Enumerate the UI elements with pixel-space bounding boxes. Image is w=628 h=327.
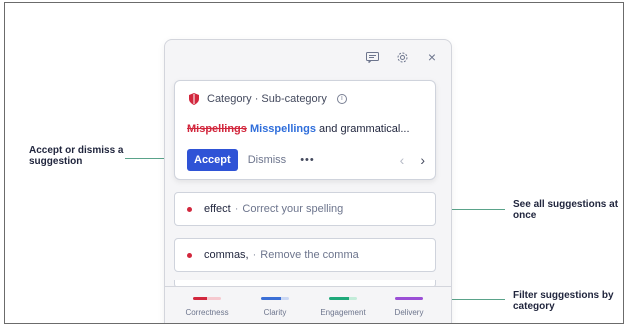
suggestion-description: Correct your spelling [242, 203, 344, 215]
category-filter-bar: Correctness Clarity Engagement Delivery [165, 286, 451, 323]
panel-toolbar: × [363, 48, 441, 66]
category-label: Engagement [320, 308, 366, 317]
screen-frame: Accept or dismiss a suggestion See all s… [4, 2, 624, 324]
gear-icon[interactable] [393, 48, 411, 66]
category-label: Clarity [263, 308, 287, 317]
corrected-word[interactable]: Misspellings [250, 123, 316, 135]
suggestion-word: commas, [204, 249, 249, 261]
category-row: Category · Sub-category i [189, 93, 347, 105]
separator: · [252, 249, 257, 261]
info-icon[interactable]: i [336, 94, 347, 104]
suggestion-description: Remove the comma [260, 249, 359, 261]
category-bar [261, 297, 289, 300]
accept-button[interactable]: Accept [187, 149, 238, 171]
category-filter-delivery[interactable]: Delivery [379, 297, 439, 317]
suggestion-panel: × Category · Sub-category i Mispellings … [164, 39, 452, 323]
separator: · [234, 203, 239, 215]
category-bar [395, 297, 423, 300]
category-bar [193, 297, 221, 300]
active-suggestion-card: Category · Sub-category i Mispellings Mi… [174, 80, 436, 180]
callout-accept-label: Accept or dismiss a suggestion [29, 145, 124, 167]
category-label: Category · Sub-category [207, 93, 327, 105]
shield-icon [189, 93, 199, 105]
suggestion-actions: Accept Dismiss ••• ‹ › [187, 149, 425, 171]
dismiss-button[interactable]: Dismiss [248, 154, 287, 166]
error-dot-icon [187, 252, 192, 258]
category-filter-correctness[interactable]: Correctness [177, 297, 237, 317]
suggestion-word: effect [204, 203, 231, 215]
suggestion-rest-text: and grammatical... [316, 123, 410, 135]
close-icon[interactable]: × [423, 48, 441, 66]
category-label: Delivery [394, 308, 424, 317]
callout-see-all-label: See all suggestions at once [513, 199, 619, 221]
error-dot-icon [187, 206, 192, 212]
next-suggestion-button[interactable]: › [420, 152, 425, 168]
more-options-button[interactable]: ••• [300, 154, 315, 166]
previous-suggestion-button[interactable]: ‹ [400, 152, 405, 168]
category-bar [329, 297, 357, 300]
callout-filter-label: Filter suggestions by category [513, 290, 614, 312]
suggestion-text: Mispellings Misspellings and grammatical… [187, 123, 410, 135]
suggestion-list-item[interactable]: commas, · Remove the comma [174, 238, 436, 272]
category-filter-clarity[interactable]: Clarity [245, 297, 305, 317]
suggestion-list-item[interactable]: effect · Correct your spelling [174, 192, 436, 226]
category-label: Correctness [185, 308, 229, 317]
category-filter-engagement[interactable]: Engagement [313, 297, 373, 317]
feedback-icon[interactable] [363, 48, 381, 66]
misspelled-word: Mispellings [187, 123, 247, 135]
